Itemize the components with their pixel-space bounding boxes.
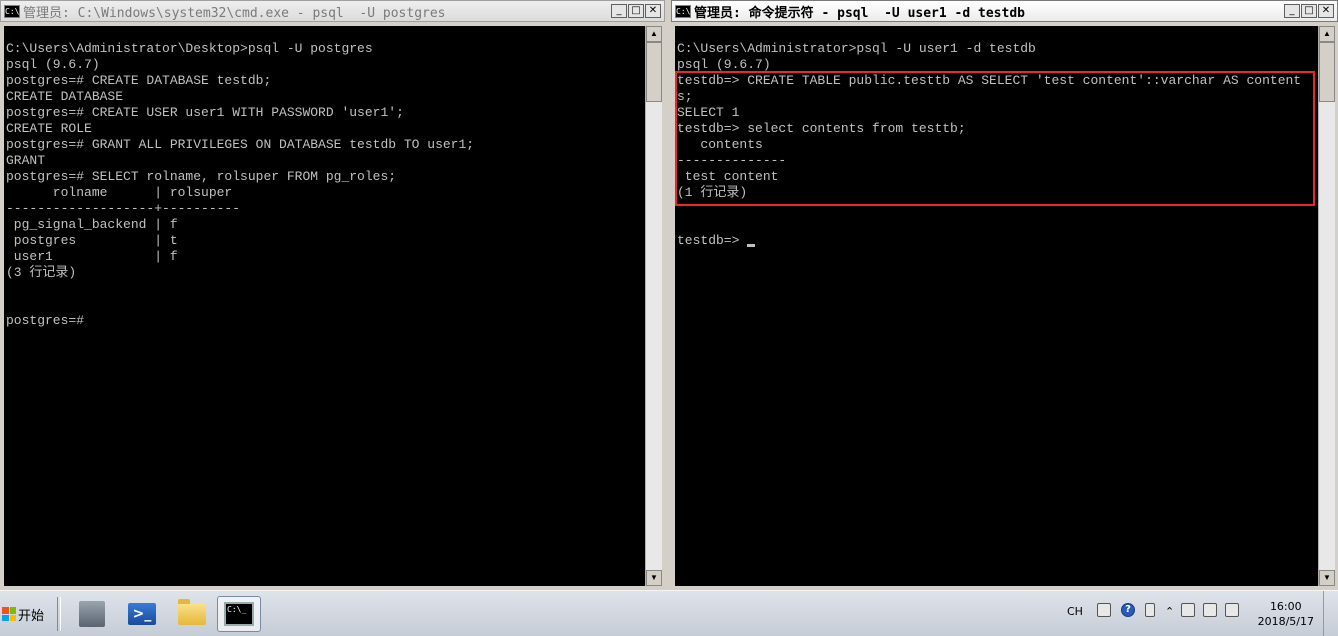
console-line: testdb=> select contents from testtb; <box>677 121 966 136</box>
cmd-window-icon: C:\ <box>675 4 691 18</box>
console-line: CREATE DATABASE <box>6 89 124 104</box>
right-scrollbar[interactable]: ▲ ▼ <box>1318 26 1335 586</box>
console-line: psql (9.6.7) <box>6 57 100 72</box>
console-line: testdb=> CREATE TABLE public.testtb AS S… <box>677 73 1302 88</box>
console-line: C:\Users\Administrator\Desktop>psql -U p… <box>6 41 373 56</box>
start-label: 开始 <box>18 608 45 624</box>
powershell-icon: >_ <box>128 603 156 625</box>
left-scrollbar[interactable]: ▲ ▼ <box>645 26 662 586</box>
text-cursor <box>747 244 756 247</box>
console-line: rolname | rolsuper <box>6 185 233 200</box>
scroll-down-arrow-icon[interactable]: ▼ <box>1319 570 1335 586</box>
volume-muted-icon[interactable] <box>1225 603 1239 617</box>
right-console[interactable]: C:\Users\Administrator>psql -U user1 -d … <box>675 26 1318 586</box>
right-window-title: 管理员: 命令提示符 - psql -U user1 -d testdb <box>694 5 1025 21</box>
scroll-up-arrow-icon[interactable]: ▲ <box>646 26 662 42</box>
show-desktop-button[interactable] <box>1323 591 1338 636</box>
left-console[interactable]: C:\Users\Administrator\Desktop>psql -U p… <box>4 26 645 586</box>
left-window-title: 管理员: C:\Windows\system32\cmd.exe - psql … <box>23 5 446 21</box>
flag-icon[interactable] <box>1181 603 1195 617</box>
server-manager-button[interactable] <box>72 596 112 632</box>
clock[interactable]: 16:00 2018/5/17 <box>1258 599 1314 629</box>
console-line: (3 行记录) <box>6 265 77 280</box>
cmd-icon: C:\_ <box>224 602 254 626</box>
right-console-output: C:\Users\Administrator>psql -U user1 -d … <box>677 41 1301 249</box>
tray-options-icon[interactable] <box>1145 603 1155 617</box>
console-line: SELECT 1 <box>677 105 740 120</box>
minimize-button[interactable]: _ <box>1284 4 1300 18</box>
left-title-bar[interactable]: C:\ 管理员: C:\Windows\system32\cmd.exe - p… <box>0 0 665 22</box>
explorer-button[interactable] <box>172 596 212 632</box>
restore-button[interactable]: □ <box>628 4 644 18</box>
clock-date: 2018/5/17 <box>1257 615 1314 628</box>
network-icon[interactable] <box>1203 603 1217 617</box>
folder-icon <box>178 599 206 625</box>
clock-time: 16:00 <box>1269 600 1302 613</box>
taskbar-separator <box>57 597 61 631</box>
console-line: GRANT <box>6 153 46 168</box>
console-line: postgres=# SELECT rolname, rolsuper FROM… <box>6 169 397 184</box>
console-line: testdb=> <box>677 233 1301 249</box>
minimize-button[interactable]: _ <box>611 4 627 18</box>
scroll-down-arrow-icon[interactable]: ▼ <box>646 570 662 586</box>
console-line: postgres=# CREATE DATABASE testdb; <box>6 73 272 88</box>
console-line: contents <box>677 137 763 152</box>
system-tray: CH ? ⌃ 16:00 2018/5/17 <box>1053 591 1338 636</box>
server-manager-icon <box>79 601 105 627</box>
console-line: test content <box>677 169 779 184</box>
console-line: (1 行记录) <box>677 185 748 200</box>
console-line: s; <box>677 89 693 104</box>
scroll-up-arrow-icon[interactable]: ▲ <box>1319 26 1335 42</box>
taskbar: 开始 >_ C:\_ CH ? ⌃ 16:00 2018/5/17 <box>0 590 1338 636</box>
show-hidden-icons-chevron-icon[interactable]: ⌃ <box>1165 605 1174 618</box>
powershell-button[interactable]: >_ <box>122 596 162 632</box>
console-line: -------------- <box>677 153 787 168</box>
scroll-thumb[interactable] <box>1319 42 1335 102</box>
start-button[interactable]: 开始 <box>2 597 50 631</box>
console-line: CREATE ROLE <box>6 121 92 136</box>
language-indicator[interactable]: CH <box>1067 605 1083 618</box>
left-console-output: C:\Users\Administrator\Desktop>psql -U p… <box>6 41 474 329</box>
console-line: psql (9.6.7) <box>677 57 771 72</box>
right-cmd-window[interactable]: C:\ 管理员: 命令提示符 - psql -U user1 -d testdb… <box>671 0 1338 590</box>
console-line: postgres=# CREATE USER user1 WITH PASSWO… <box>6 105 404 120</box>
console-line: postgres=# GRANT ALL PRIVILEGES ON DATAB… <box>6 137 475 152</box>
cmd-window-icon: C:\ <box>4 4 20 18</box>
close-button[interactable]: ✕ <box>1318 4 1334 18</box>
close-button[interactable]: ✕ <box>645 4 661 18</box>
console-line: user1 | f <box>6 249 178 264</box>
windows-logo-icon <box>2 607 16 621</box>
restore-button[interactable]: □ <box>1301 4 1317 18</box>
scroll-thumb[interactable] <box>646 42 662 102</box>
help-icon[interactable]: ? <box>1121 603 1135 617</box>
console-line: pg_signal_backend | f <box>6 217 178 232</box>
console-line: -------------------+---------- <box>6 201 241 216</box>
right-title-bar[interactable]: C:\ 管理员: 命令提示符 - psql -U user1 -d testdb… <box>671 0 1338 22</box>
console-line: postgres=# <box>6 313 85 328</box>
console-line: postgres | t <box>6 233 178 248</box>
cmd-taskbar-button[interactable]: C:\_ <box>217 596 261 632</box>
console-line: C:\Users\Administrator>psql -U user1 -d … <box>677 41 1036 56</box>
keyboard-icon[interactable] <box>1097 603 1111 617</box>
left-cmd-window[interactable]: C:\ 管理员: C:\Windows\system32\cmd.exe - p… <box>0 0 665 590</box>
